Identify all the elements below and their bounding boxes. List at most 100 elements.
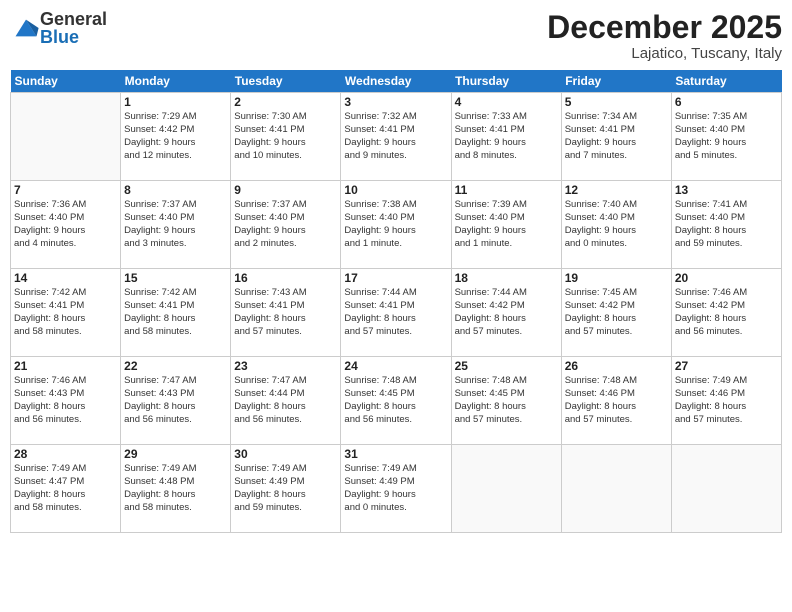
cal-cell: 23Sunrise: 7:47 AM Sunset: 4:44 PM Dayli… <box>231 357 341 445</box>
week-row-3: 21 Sunrise: 7:46 AM Sunset: 4:43 PM Dayli… <box>11 357 782 445</box>
week-row-1: 7Sunrise: 7:36 AM Sunset: 4:40 PM Daylig… <box>11 181 782 269</box>
day-info: Sunrise: 7:44 AM Sunset: 4:41 PM Dayligh… <box>344 287 447 338</box>
cal-cell: 4Sunrise: 7:33 AM Sunset: 4:41 PM Daylig… <box>451 93 561 181</box>
day-info: Sunrise: 7:37 AM Sunset: 4:40 PM Dayligh… <box>124 199 227 250</box>
day-info: Sunrise: 7:39 AM Sunset: 4:40 PM Dayligh… <box>455 199 558 250</box>
day-number: 30 <box>234 447 337 461</box>
day-info: Sunrise: 7:47 AM Sunset: 4:43 PM Dayligh… <box>124 375 227 426</box>
day-number: 20 <box>675 271 778 285</box>
cal-cell: 13Sunrise: 7:41 AM Sunset: 4:40 PM Dayli… <box>671 181 781 269</box>
day-number: 3 <box>344 95 447 109</box>
cal-cell: 22 Sunrise: 7:47 AM Sunset: 4:43 PM Dayli… <box>121 357 231 445</box>
cal-cell: 6 Sunrise: 7:35 AM Sunset: 4:40 PM Daylig… <box>671 93 781 181</box>
day-info: Sunrise: 7:34 AM Sunset: 4:41 PM Dayligh… <box>565 111 668 162</box>
day-number: 10 <box>344 183 447 197</box>
day-number: 27 <box>675 359 778 373</box>
page: General Blue December 2025 Lajatico, Tus… <box>0 0 792 612</box>
day-header-friday: Friday <box>561 70 671 93</box>
calendar-subtitle: Lajatico, Tuscany, Italy <box>547 45 782 62</box>
day-number: 31 <box>344 447 447 461</box>
cal-cell: 16 Sunrise: 7:43 AM Sunset: 4:41 PM Dayli… <box>231 269 341 357</box>
cal-cell: 11 Sunrise: 7:39 AM Sunset: 4:40 PM Dayli… <box>451 181 561 269</box>
logo-blue-text: Blue <box>40 27 79 47</box>
cal-cell: 21 Sunrise: 7:46 AM Sunset: 4:43 PM Dayli… <box>11 357 121 445</box>
cal-cell: 9 Sunrise: 7:37 AM Sunset: 4:40 PM Daylig… <box>231 181 341 269</box>
day-info: Sunrise: 7:49 AM Sunset: 4:49 PM Dayligh… <box>234 463 337 514</box>
day-number: 7 <box>14 183 117 197</box>
day-number: 16 <box>234 271 337 285</box>
week-row-2: 14Sunrise: 7:42 AM Sunset: 4:41 PM Dayli… <box>11 269 782 357</box>
day-number: 26 <box>565 359 668 373</box>
day-info: Sunrise: 7:49 AM Sunset: 4:47 PM Dayligh… <box>14 463 117 514</box>
day-info: Sunrise: 7:29 AM Sunset: 4:42 PM Dayligh… <box>124 111 227 162</box>
cal-cell: 19Sunrise: 7:45 AM Sunset: 4:42 PM Dayli… <box>561 269 671 357</box>
day-number: 11 <box>455 183 558 197</box>
day-info: Sunrise: 7:42 AM Sunset: 4:41 PM Dayligh… <box>124 287 227 338</box>
day-info: Sunrise: 7:46 AM Sunset: 4:42 PM Dayligh… <box>675 287 778 338</box>
day-number: 5 <box>565 95 668 109</box>
day-info: Sunrise: 7:49 AM Sunset: 4:48 PM Dayligh… <box>124 463 227 514</box>
week-row-0: 1 Sunrise: 7:29 AM Sunset: 4:42 PM Daylig… <box>11 93 782 181</box>
day-number: 28 <box>14 447 117 461</box>
day-number: 22 <box>124 359 227 373</box>
cal-cell: 29Sunrise: 7:49 AM Sunset: 4:48 PM Dayli… <box>121 445 231 533</box>
cal-cell: 10 Sunrise: 7:38 AM Sunset: 4:40 PM Dayli… <box>341 181 451 269</box>
day-info: Sunrise: 7:44 AM Sunset: 4:42 PM Dayligh… <box>455 287 558 338</box>
day-number: 24 <box>344 359 447 373</box>
cal-cell <box>11 93 121 181</box>
day-info: Sunrise: 7:49 AM Sunset: 4:49 PM Dayligh… <box>344 463 447 514</box>
day-info: Sunrise: 7:46 AM Sunset: 4:43 PM Dayligh… <box>14 375 117 426</box>
day-header-tuesday: Tuesday <box>231 70 341 93</box>
day-info: Sunrise: 7:37 AM Sunset: 4:40 PM Dayligh… <box>234 199 337 250</box>
cal-cell: 31 Sunrise: 7:49 AM Sunset: 4:49 PM Dayli… <box>341 445 451 533</box>
day-number: 2 <box>234 95 337 109</box>
day-number: 23 <box>234 359 337 373</box>
cal-cell: 8 Sunrise: 7:37 AM Sunset: 4:40 PM Daylig… <box>121 181 231 269</box>
cal-cell: 14Sunrise: 7:42 AM Sunset: 4:41 PM Dayli… <box>11 269 121 357</box>
cal-cell: 28 Sunrise: 7:49 AM Sunset: 4:47 PM Dayli… <box>11 445 121 533</box>
day-number: 1 <box>124 95 227 109</box>
cal-cell <box>671 445 781 533</box>
cal-cell: 26 Sunrise: 7:48 AM Sunset: 4:46 PM Dayli… <box>561 357 671 445</box>
day-header-monday: Monday <box>121 70 231 93</box>
day-info: Sunrise: 7:48 AM Sunset: 4:45 PM Dayligh… <box>344 375 447 426</box>
day-number: 15 <box>124 271 227 285</box>
day-info: Sunrise: 7:45 AM Sunset: 4:42 PM Dayligh… <box>565 287 668 338</box>
calendar-title: December 2025 <box>547 10 782 45</box>
day-info: Sunrise: 7:32 AM Sunset: 4:41 PM Dayligh… <box>344 111 447 162</box>
day-info: Sunrise: 7:43 AM Sunset: 4:41 PM Dayligh… <box>234 287 337 338</box>
cal-cell: 30 Sunrise: 7:49 AM Sunset: 4:49 PM Dayli… <box>231 445 341 533</box>
day-info: Sunrise: 7:49 AM Sunset: 4:46 PM Dayligh… <box>675 375 778 426</box>
cal-cell: 27 Sunrise: 7:49 AM Sunset: 4:46 PM Dayli… <box>671 357 781 445</box>
cal-cell: 7Sunrise: 7:36 AM Sunset: 4:40 PM Daylig… <box>11 181 121 269</box>
cal-cell <box>451 445 561 533</box>
cal-cell: 25Sunrise: 7:48 AM Sunset: 4:45 PM Dayli… <box>451 357 561 445</box>
day-info: Sunrise: 7:41 AM Sunset: 4:40 PM Dayligh… <box>675 199 778 250</box>
cal-cell: 15 Sunrise: 7:42 AM Sunset: 4:41 PM Dayli… <box>121 269 231 357</box>
day-info: Sunrise: 7:35 AM Sunset: 4:40 PM Dayligh… <box>675 111 778 162</box>
day-info: Sunrise: 7:48 AM Sunset: 4:46 PM Dayligh… <box>565 375 668 426</box>
day-header-thursday: Thursday <box>451 70 561 93</box>
cal-cell: 1 Sunrise: 7:29 AM Sunset: 4:42 PM Daylig… <box>121 93 231 181</box>
day-info: Sunrise: 7:33 AM Sunset: 4:41 PM Dayligh… <box>455 111 558 162</box>
cal-cell: 12 Sunrise: 7:40 AM Sunset: 4:40 PM Dayli… <box>561 181 671 269</box>
day-number: 9 <box>234 183 337 197</box>
week-row-4: 28 Sunrise: 7:49 AM Sunset: 4:47 PM Dayli… <box>11 445 782 533</box>
day-header-wednesday: Wednesday <box>341 70 451 93</box>
logo-icon <box>12 14 40 42</box>
day-number: 21 <box>14 359 117 373</box>
day-number: 6 <box>675 95 778 109</box>
day-number: 17 <box>344 271 447 285</box>
cal-cell: 3 Sunrise: 7:32 AM Sunset: 4:41 PM Daylig… <box>341 93 451 181</box>
calendar-table: SundayMondayTuesdayWednesdayThursdayFrid… <box>10 70 782 533</box>
day-info: Sunrise: 7:38 AM Sunset: 4:40 PM Dayligh… <box>344 199 447 250</box>
cal-cell: 24 Sunrise: 7:48 AM Sunset: 4:45 PM Dayli… <box>341 357 451 445</box>
day-info: Sunrise: 7:30 AM Sunset: 4:41 PM Dayligh… <box>234 111 337 162</box>
day-headers-row: SundayMondayTuesdayWednesdayThursdayFrid… <box>11 70 782 93</box>
day-info: Sunrise: 7:40 AM Sunset: 4:40 PM Dayligh… <box>565 199 668 250</box>
logo-general-text: General <box>40 9 107 29</box>
day-number: 8 <box>124 183 227 197</box>
cal-cell: 20 Sunrise: 7:46 AM Sunset: 4:42 PM Dayli… <box>671 269 781 357</box>
day-number: 25 <box>455 359 558 373</box>
day-number: 12 <box>565 183 668 197</box>
